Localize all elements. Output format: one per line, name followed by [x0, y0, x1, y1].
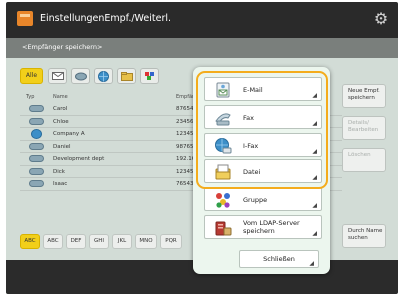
- row-value: 98765: [176, 143, 194, 150]
- row-value: 12345: [176, 131, 194, 137]
- fax-label: Fax: [243, 114, 254, 122]
- row-value: 87654: [176, 106, 194, 112]
- alpha-tab[interactable]: MNO: [135, 234, 157, 249]
- row-name: Chloe: [53, 118, 69, 125]
- page-title: EinstellungenEmpf./Weiterl.: [40, 13, 172, 24]
- fax-button[interactable]: Fax ◢: [204, 105, 322, 129]
- column-name: Name: [53, 94, 68, 100]
- alpha-tab[interactable]: ABC: [43, 234, 63, 249]
- column-type: Typ: [26, 94, 35, 100]
- alpha-tab[interactable]: DEF: [66, 234, 86, 249]
- search-by-name-button[interactable]: Durch Name suchen: [342, 224, 386, 248]
- ldap-server-button[interactable]: Vom LDAP-Server speichern ◢: [204, 215, 322, 239]
- filter-tab-group[interactable]: [140, 68, 159, 84]
- delete-button[interactable]: Löschen: [342, 148, 386, 172]
- submenu-arrow-icon: ◢: [309, 260, 314, 267]
- group-button[interactable]: Gruppe ◢: [204, 187, 322, 211]
- file-icon: [215, 164, 231, 180]
- sub-header: <Empfänger speichern>: [6, 38, 398, 58]
- new-recipient-button[interactable]: Neue Empf. speichern: [342, 84, 386, 108]
- row-value: 12345: [176, 168, 194, 175]
- submenu-arrow-icon: ◢: [312, 120, 317, 127]
- filter-tab-file[interactable]: [117, 68, 136, 84]
- file-label: Datei: [243, 168, 261, 176]
- submenu-arrow-icon: ◢: [312, 230, 317, 237]
- i-fax-icon: [215, 138, 232, 154]
- email-contact-icon: [29, 167, 44, 175]
- alpha-tab-selected[interactable]: ABC: [20, 234, 40, 249]
- row-value: 76543: [176, 181, 194, 187]
- group-filter-icon: [144, 72, 154, 80]
- i-fax-label: I-Fax: [243, 142, 259, 150]
- submenu-arrow-icon: ◢: [312, 202, 317, 209]
- i-fax-button[interactable]: I-Fax ◢: [204, 133, 322, 157]
- alpha-tab[interactable]: PQR: [160, 234, 182, 249]
- fax-filter-icon: [74, 72, 87, 81]
- submenu-arrow-icon: ◢: [312, 92, 317, 99]
- settings-app-icon: [17, 11, 33, 26]
- group-icon: [216, 193, 230, 208]
- row-name: Isaac: [53, 181, 68, 187]
- row-name: Development dept: [53, 156, 105, 162]
- row-name: Daniel: [53, 143, 71, 150]
- email-contact-icon: [29, 142, 44, 150]
- email-label: E-Mail: [243, 86, 263, 94]
- ldap-server-icon: [215, 221, 232, 236]
- email-contact-icon: [29, 117, 44, 125]
- row-name: Carol: [53, 106, 68, 112]
- alpha-tab[interactable]: JKL: [112, 234, 132, 249]
- filter-tab-all[interactable]: Alle: [20, 68, 43, 84]
- row-name: Company A: [53, 131, 85, 137]
- filter-tab-fax[interactable]: [71, 68, 90, 84]
- details-edit-button[interactable]: Details/ Bearbeiten: [342, 116, 386, 140]
- gear-icon[interactable]: ⚙: [372, 10, 390, 28]
- globe-filter-icon: [98, 71, 109, 82]
- ldap-label-line1: Vom LDAP-Server: [243, 219, 300, 227]
- group-label: Gruppe: [243, 196, 268, 204]
- alpha-tab[interactable]: GHI: [89, 234, 109, 249]
- filter-tab-email[interactable]: [48, 68, 67, 84]
- file-button[interactable]: Datei ◢: [204, 159, 322, 183]
- title-bar: EinstellungenEmpf./Weiterl. ⚙: [6, 2, 398, 38]
- close-button[interactable]: Schließen ◢: [239, 250, 319, 268]
- close-label: Schließen: [263, 255, 295, 263]
- ldap-server-label: Vom LDAP-Server speichern: [243, 219, 300, 235]
- submenu-arrow-icon: ◢: [312, 174, 317, 181]
- globe-icon: [31, 129, 42, 139]
- submenu-arrow-icon: ◢: [312, 148, 317, 155]
- fax-icon: [215, 113, 231, 126]
- folder-filter-icon: [120, 72, 133, 81]
- ldap-label-line2: speichern: [243, 227, 275, 235]
- envelope-icon: [51, 72, 64, 80]
- email-button[interactable]: E-Mail ◢: [204, 77, 322, 101]
- email-contact-icon: [29, 180, 44, 187]
- email-contact-icon: [29, 155, 44, 162]
- email-contact-icon: [29, 105, 44, 112]
- row-name: Dick: [53, 168, 65, 175]
- filter-tab-ifax[interactable]: [94, 68, 113, 84]
- row-value: 23456: [176, 118, 194, 125]
- email-icon: [216, 82, 230, 98]
- page-subtitle: <Empfänger speichern>: [22, 43, 103, 51]
